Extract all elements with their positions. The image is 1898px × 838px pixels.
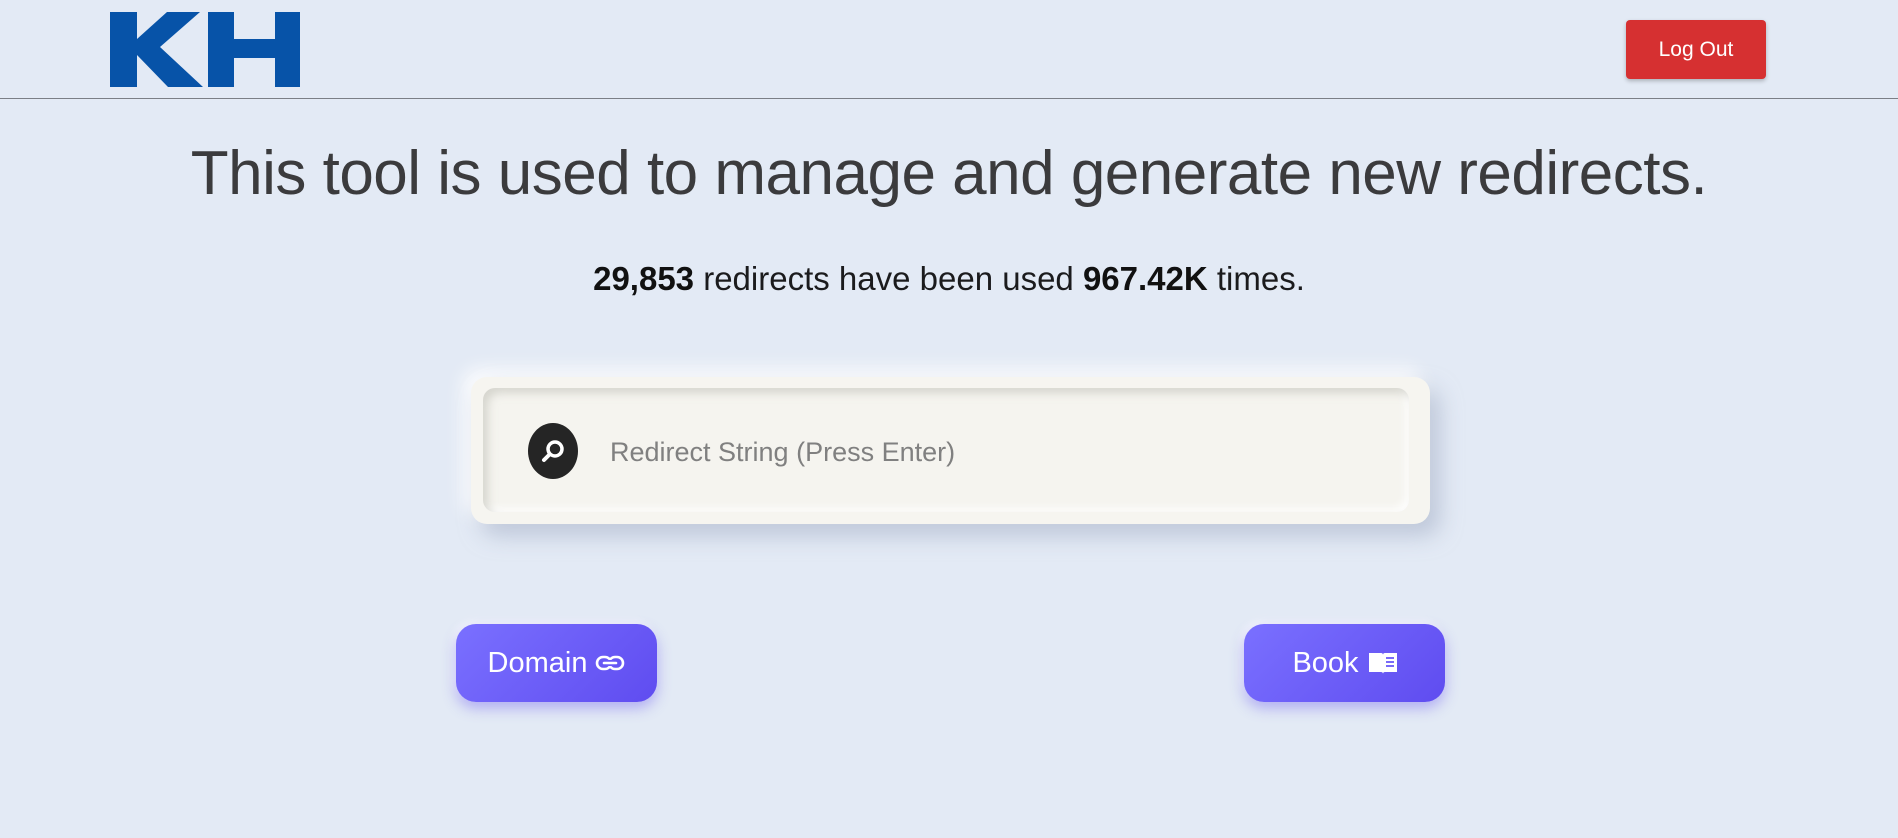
- book-button-label: Book: [1292, 646, 1359, 679]
- stats-text-end: times.: [1207, 260, 1305, 297]
- log-out-button[interactable]: Log Out: [1626, 20, 1766, 79]
- usage-count: 967.42K: [1082, 260, 1208, 297]
- usage-stats: 29,853 redirects have been used 967.42K …: [0, 260, 1898, 298]
- search-icon: [528, 423, 578, 479]
- header: Log Out: [0, 0, 1898, 99]
- redirect-count: 29,853: [593, 260, 695, 297]
- book-open-icon: [1367, 650, 1397, 676]
- domain-button-label: Domain: [487, 646, 588, 679]
- book-button[interactable]: Book: [1244, 624, 1445, 702]
- stats-text-middle: redirects have been used: [694, 260, 1083, 297]
- domain-button[interactable]: Domain: [456, 624, 657, 702]
- page-title: This tool is used to manage and generate…: [190, 139, 1708, 208]
- kh-logo: [110, 12, 300, 87]
- link-icon: [595, 650, 625, 676]
- redirect-string-input[interactable]: [610, 430, 1390, 474]
